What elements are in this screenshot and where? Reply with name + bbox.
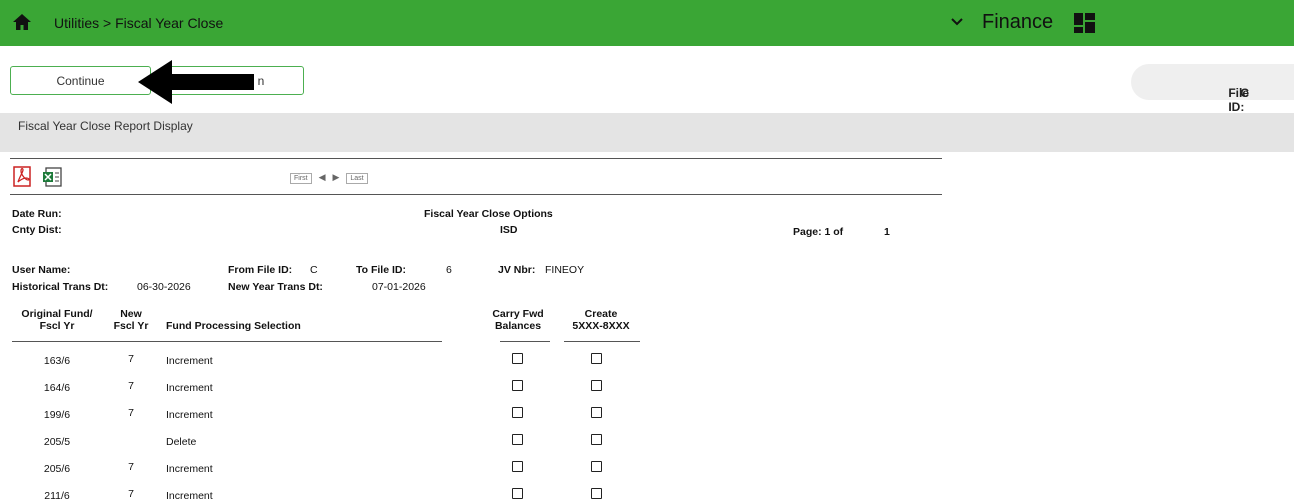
new-year-trans-label: New Year Trans Dt: (228, 281, 323, 293)
col-carry-fwd-line2: Balances (494, 320, 542, 332)
excel-export-icon[interactable] (42, 166, 64, 188)
selection-cell: Increment (166, 355, 213, 367)
carry-fwd-checkbox[interactable] (512, 488, 523, 499)
from-file-value: C (310, 264, 318, 276)
carry-fwd-checkbox[interactable] (512, 380, 523, 391)
fund-cell: 205/6 (43, 463, 71, 475)
second-action-label: n (257, 73, 265, 88)
header-underline (564, 341, 640, 342)
page-label: Page: 1 of (793, 226, 844, 238)
col-original-fund-line1: Original Fund/ (21, 308, 93, 320)
col-original-fund: Original Fund/ Fscl Yr (14, 308, 100, 332)
col-fund-processing: Fund Processing Selection (166, 320, 301, 332)
col-new-fscl-yr-line2: Fscl Yr (113, 320, 149, 332)
first-page-button[interactable]: First (290, 173, 312, 184)
selection-cell: Delete (166, 436, 197, 448)
jv-value: FINEOY (545, 264, 585, 276)
new-yr-cell: 7 (128, 380, 134, 392)
next-page-icon[interactable]: ▶ (332, 172, 339, 182)
report-subtitle: ISD (500, 224, 518, 236)
user-name-label: User Name: (12, 264, 71, 276)
col-create-line2: 5XXX-8XXX (572, 320, 630, 332)
new-yr-cell: 7 (128, 461, 134, 473)
create-checkbox[interactable] (591, 461, 602, 472)
pointer-arrow-icon (138, 60, 254, 104)
create-checkbox[interactable] (591, 488, 602, 499)
create-checkbox[interactable] (591, 380, 602, 391)
report-title-bar: Fiscal Year Close Report Display (0, 113, 1294, 152)
report-display-title: Fiscal Year Close Report Display (18, 119, 193, 133)
col-new-fscl-yr-line1: New (120, 308, 142, 320)
create-checkbox[interactable] (591, 407, 602, 418)
pager: First ◀ ▶ Last (290, 172, 368, 184)
new-year-trans-value: 07-01-2026 (372, 281, 426, 293)
col-create: Create 5XXX-8XXX (562, 308, 640, 332)
selection-cell: Increment (166, 382, 213, 394)
prev-page-icon[interactable]: ◀ (319, 172, 326, 182)
breadcrumb[interactable]: Utilities > Fiscal Year Close (54, 15, 223, 31)
pdf-export-icon[interactable] (13, 166, 33, 188)
selection-cell: Increment (166, 490, 213, 502)
file-id-value: C (1240, 86, 1249, 100)
create-checkbox[interactable] (591, 353, 602, 364)
to-file-label: To File ID: (356, 264, 406, 276)
carry-fwd-checkbox[interactable] (512, 353, 523, 364)
col-create-line1: Create (584, 308, 618, 320)
continue-label: Continue (56, 73, 105, 88)
header-underline (500, 341, 550, 342)
chevron-down-icon[interactable] (950, 14, 964, 30)
col-carry-fwd: Carry Fwd Balances (478, 308, 558, 332)
new-yr-cell: 7 (128, 353, 134, 365)
fund-cell: 163/6 (43, 355, 71, 367)
to-file-value: 6 (446, 264, 452, 276)
cnty-dist-label: Cnty Dist: (12, 224, 62, 236)
jv-label: JV Nbr: (498, 264, 536, 276)
col-carry-fwd-line1: Carry Fwd (492, 308, 544, 320)
carry-fwd-checkbox[interactable] (512, 434, 523, 445)
carry-fwd-checkbox[interactable] (512, 461, 523, 472)
fund-cell: 164/6 (43, 382, 71, 394)
fund-cell: 199/6 (43, 409, 71, 421)
top-bar: Utilities > Fiscal Year Close Finance (0, 0, 1294, 46)
fund-cell: 205/5 (43, 436, 71, 448)
divider (10, 194, 942, 195)
report-title: Fiscal Year Close Options (424, 208, 553, 220)
new-yr-cell: 7 (128, 488, 134, 500)
hist-trans-label: Historical Trans Dt: (12, 281, 109, 293)
home-icon[interactable] (12, 13, 32, 31)
file-id-display: File ID: C (1131, 64, 1294, 114)
carry-fwd-checkbox[interactable] (512, 407, 523, 418)
from-file-label: From File ID: (228, 264, 293, 276)
fund-cell: 211/6 (44, 490, 70, 502)
page-total: 1 (884, 226, 890, 238)
selection-cell: Increment (166, 409, 213, 421)
col-new-fscl-yr: New Fscl Yr (106, 308, 156, 332)
last-page-button[interactable]: Last (346, 173, 368, 184)
app-grid-icon[interactable] (1074, 13, 1096, 33)
header-underline (12, 341, 442, 342)
divider (10, 158, 942, 159)
continue-button[interactable]: Continue (10, 66, 151, 95)
create-checkbox[interactable] (591, 434, 602, 445)
selection-cell: Increment (166, 463, 213, 475)
col-original-fund-line2: Fscl Yr (39, 320, 75, 332)
new-yr-cell: 7 (128, 407, 134, 419)
app-name[interactable]: Finance (982, 11, 1053, 34)
date-run-label: Date Run: (12, 208, 62, 220)
hist-trans-value: 06-30-2026 (137, 281, 191, 293)
